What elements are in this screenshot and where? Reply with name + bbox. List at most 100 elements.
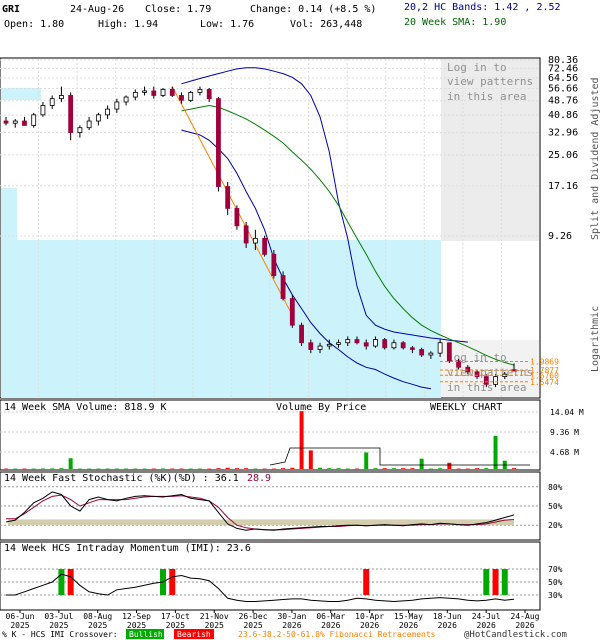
- volume-bar: [475, 468, 480, 469]
- price-tick-label: 17.16: [548, 181, 578, 192]
- copyright: @HotCandlestick.com: [464, 630, 567, 640]
- volume-bar: [133, 468, 138, 470]
- x-tick-label-year: 2025: [205, 621, 224, 630]
- x-tick-label-year: 2025: [127, 621, 146, 630]
- weekly-chart-label: WEEKLY CHART: [430, 402, 502, 413]
- volume-bar: [493, 435, 498, 469]
- candle-up: [142, 90, 147, 93]
- volume-bar: [438, 468, 443, 469]
- stochastic-tick-label: 20%: [548, 521, 563, 530]
- candle-down: [68, 95, 74, 133]
- volume-bar: [188, 468, 193, 470]
- candle-up: [49, 98, 55, 106]
- volume-bar: [77, 468, 82, 470]
- candle-up: [114, 101, 120, 110]
- candle-up: [188, 91, 194, 101]
- volume-value: Vol: 263,448: [290, 19, 362, 30]
- volume-bar: [281, 468, 286, 469]
- x-tick-label-date: 30-Jan: [277, 612, 306, 621]
- bullish-label: Bullish: [129, 630, 163, 639]
- x-tick-label-year: 2025: [10, 621, 29, 630]
- imi-crossover-marker: [492, 569, 499, 595]
- cyan-zone-main: [1, 240, 441, 398]
- volume-bar: [336, 468, 341, 469]
- volume-bar: [179, 468, 184, 470]
- price-ticks: 80.3672.4664.5656.6648.7640.8632.9625.06…: [548, 55, 578, 242]
- watermark-line-2: view patterns: [447, 75, 533, 88]
- candle-down: [409, 347, 415, 350]
- symbol: GRI: [2, 4, 20, 15]
- volume-bar: [207, 468, 212, 470]
- x-tick-label-year: 2025: [88, 621, 107, 630]
- candle-down: [262, 237, 268, 255]
- volume-by-price-label: Volume By Price: [276, 402, 366, 413]
- volume-bar: [271, 468, 276, 470]
- candle-up: [326, 343, 332, 347]
- price-tick-label: 25.06: [548, 150, 578, 161]
- stochastic-tick-label: 80%: [548, 483, 563, 492]
- x-tick-label-date: 26-Dec: [239, 612, 268, 621]
- x-tick-label-date: 06-Mar: [316, 612, 345, 621]
- volume-bar: [31, 468, 36, 470]
- candle-down: [354, 339, 360, 344]
- volume-bar: [428, 468, 433, 470]
- x-tick-label-year: 2025: [166, 621, 185, 630]
- candle-up: [493, 376, 498, 385]
- volume-bar: [327, 468, 332, 469]
- bands-value: 20,2 HC Bands: 1.42 , 2.52: [404, 2, 561, 13]
- x-tick-label-date: 15-May: [394, 612, 423, 621]
- candle-up: [428, 352, 434, 356]
- price-tick-label: 40.86: [548, 110, 578, 121]
- price-tick-label: 56.66: [548, 83, 578, 94]
- volume-bar: [345, 468, 350, 470]
- volume-bar: [419, 458, 424, 469]
- date: 24-Aug-26: [70, 4, 124, 15]
- x-tick-label-year: 2025: [243, 621, 262, 630]
- candle-down: [280, 275, 286, 299]
- volume-bar: [124, 468, 129, 470]
- x-tick-label-date: 06-Jun: [6, 612, 35, 621]
- imi-title: 14 Week HCS Intraday Momentum (IMI): 23.…: [4, 543, 251, 554]
- volume-bar: [308, 450, 313, 469]
- x-tick-label-year: 2026: [477, 621, 496, 630]
- x-tick-label-year: 2025: [49, 621, 68, 630]
- volume-bar: [364, 452, 369, 469]
- volume-bar: [484, 468, 489, 469]
- candle-down: [216, 98, 221, 187]
- x-tick-label-year: 2026: [399, 621, 418, 630]
- candle-up: [252, 237, 258, 244]
- candle-down: [271, 253, 277, 276]
- volume-bar: [299, 411, 304, 469]
- candle-down: [308, 342, 314, 350]
- imi-tick-label: 30%: [548, 591, 563, 600]
- volume-bar: [244, 468, 249, 469]
- volume-bar: [68, 458, 73, 469]
- x-tick-label-date: 17-Oct: [161, 612, 190, 621]
- candle-up: [59, 95, 64, 100]
- volume-bar: [105, 468, 110, 470]
- volume-bar: [151, 468, 156, 470]
- x-tick-label-date: 21-Nov: [200, 612, 229, 621]
- candle-up: [123, 96, 129, 103]
- candle-down: [474, 371, 480, 377]
- candle-down: [446, 342, 452, 362]
- candle-down: [289, 298, 295, 326]
- imi-crossover-marker: [58, 569, 65, 595]
- x-tick-label-date: 18-Jun: [433, 612, 462, 621]
- imi-crossover-marker: [363, 569, 370, 595]
- candle-up: [31, 114, 37, 126]
- volume-bar: [40, 468, 45, 470]
- candle-down: [206, 89, 212, 100]
- volume-bar: [382, 468, 387, 469]
- candle-up: [95, 114, 101, 122]
- price-tick-label: 32.96: [548, 128, 578, 139]
- volume-bar: [114, 468, 119, 470]
- candle-down: [234, 208, 240, 227]
- volume-bar: [391, 468, 396, 469]
- candle-up: [105, 108, 110, 116]
- x-axis: 06-Jun202503-Jul202508-Aug202512-Sep2025…: [6, 610, 540, 630]
- candle-up: [437, 342, 443, 354]
- change-value: Change: 0.14 (+8.5 %): [250, 4, 376, 15]
- x-tick-label-date: 12-Sep: [122, 612, 151, 621]
- candle-down: [3, 120, 9, 124]
